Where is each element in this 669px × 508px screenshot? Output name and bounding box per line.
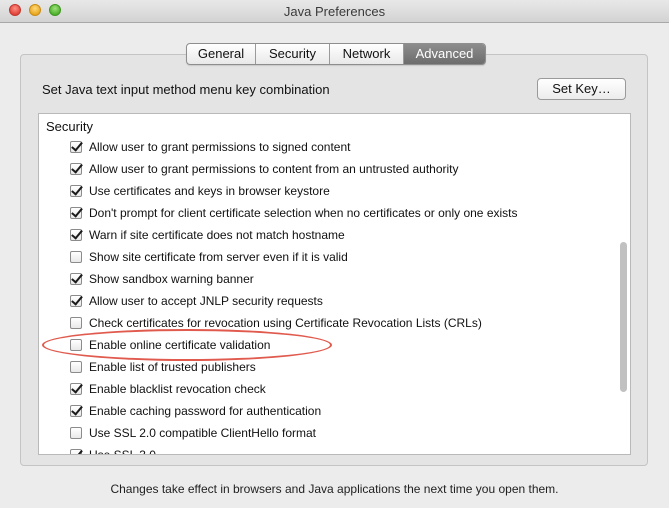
- option-checkbox[interactable]: [70, 317, 82, 329]
- security-settings-list[interactable]: Security Allow user to grant permissions…: [38, 113, 631, 455]
- annotation-ellipse: [42, 329, 332, 361]
- security-option-row[interactable]: Use SSL 3.0: [70, 446, 156, 455]
- set-key-button[interactable]: Set Key…: [537, 78, 626, 100]
- security-option-row[interactable]: Allow user to accept JNLP security reque…: [70, 292, 323, 310]
- tab-security[interactable]: Security: [256, 44, 330, 64]
- option-label: Use SSL 2.0 compatible ClientHello forma…: [89, 426, 316, 440]
- option-checkbox[interactable]: [70, 427, 82, 439]
- security-option-row[interactable]: Allow user to grant permissions to signe…: [70, 138, 350, 156]
- option-checkbox[interactable]: [70, 449, 82, 454]
- option-label: Show site certificate from server even i…: [89, 250, 348, 264]
- option-label: Enable blacklist revocation check: [89, 382, 266, 396]
- option-checkbox[interactable]: [70, 273, 82, 285]
- tab-network[interactable]: Network: [330, 44, 404, 64]
- option-checkbox[interactable]: [70, 185, 82, 197]
- option-checkbox[interactable]: [70, 141, 82, 153]
- option-label: Check certificates for revocation using …: [89, 316, 482, 330]
- option-checkbox[interactable]: [70, 383, 82, 395]
- window-title: Java Preferences: [283, 4, 386, 19]
- option-label: Don't prompt for client certificate sele…: [89, 206, 518, 220]
- option-checkbox[interactable]: [70, 229, 82, 241]
- option-label: Allow user to grant permissions to signe…: [89, 140, 351, 154]
- option-checkbox[interactable]: [70, 163, 82, 175]
- java-preferences-window: Java Preferences General Security Networ…: [0, 0, 669, 508]
- list-scrollbar-thumb[interactable]: [620, 242, 627, 392]
- tab-general[interactable]: General: [187, 44, 256, 64]
- security-option-row[interactable]: Show sandbox warning banner: [70, 270, 254, 288]
- option-label: Allow user to accept JNLP security reque…: [89, 294, 323, 308]
- option-checkbox[interactable]: [70, 295, 82, 307]
- option-label: Allow user to grant permissions to conte…: [89, 162, 459, 176]
- tab-bar: General Security Network Advanced: [186, 43, 486, 65]
- option-label: Warn if site certificate does not match …: [89, 228, 345, 242]
- security-option-row[interactable]: Warn if site certificate does not match …: [70, 226, 345, 244]
- option-checkbox[interactable]: [70, 361, 82, 373]
- security-option-row[interactable]: Enable caching password for authenticati…: [70, 402, 321, 420]
- security-option-row[interactable]: Don't prompt for client certificate sele…: [70, 204, 518, 222]
- option-label: Show sandbox warning banner: [89, 272, 254, 286]
- security-option-row[interactable]: Use certificates and keys in browser key…: [70, 182, 330, 200]
- option-checkbox[interactable]: [70, 207, 82, 219]
- title-bar[interactable]: Java Preferences: [0, 0, 669, 23]
- security-option-row[interactable]: Show site certificate from server even i…: [70, 248, 348, 266]
- security-option-row[interactable]: Use SSL 2.0 compatible ClientHello forma…: [70, 424, 316, 442]
- option-checkbox[interactable]: [70, 405, 82, 417]
- option-label: Enable caching password for authenticati…: [89, 404, 322, 418]
- security-section-header: Security: [46, 119, 93, 134]
- option-checkbox[interactable]: [70, 251, 82, 263]
- tab-advanced[interactable]: Advanced: [404, 44, 485, 64]
- security-option-row[interactable]: Enable blacklist revocation check: [70, 380, 266, 398]
- footer-note: Changes take effect in browsers and Java…: [110, 482, 559, 496]
- option-label: Use certificates and keys in browser key…: [89, 184, 330, 198]
- option-label: Use SSL 3.0: [89, 448, 156, 455]
- security-option-row[interactable]: Allow user to grant permissions to conte…: [70, 160, 459, 178]
- option-label: Enable list of trusted publishers: [89, 360, 256, 374]
- key-combination-label: Set Java text input method menu key comb…: [42, 82, 330, 97]
